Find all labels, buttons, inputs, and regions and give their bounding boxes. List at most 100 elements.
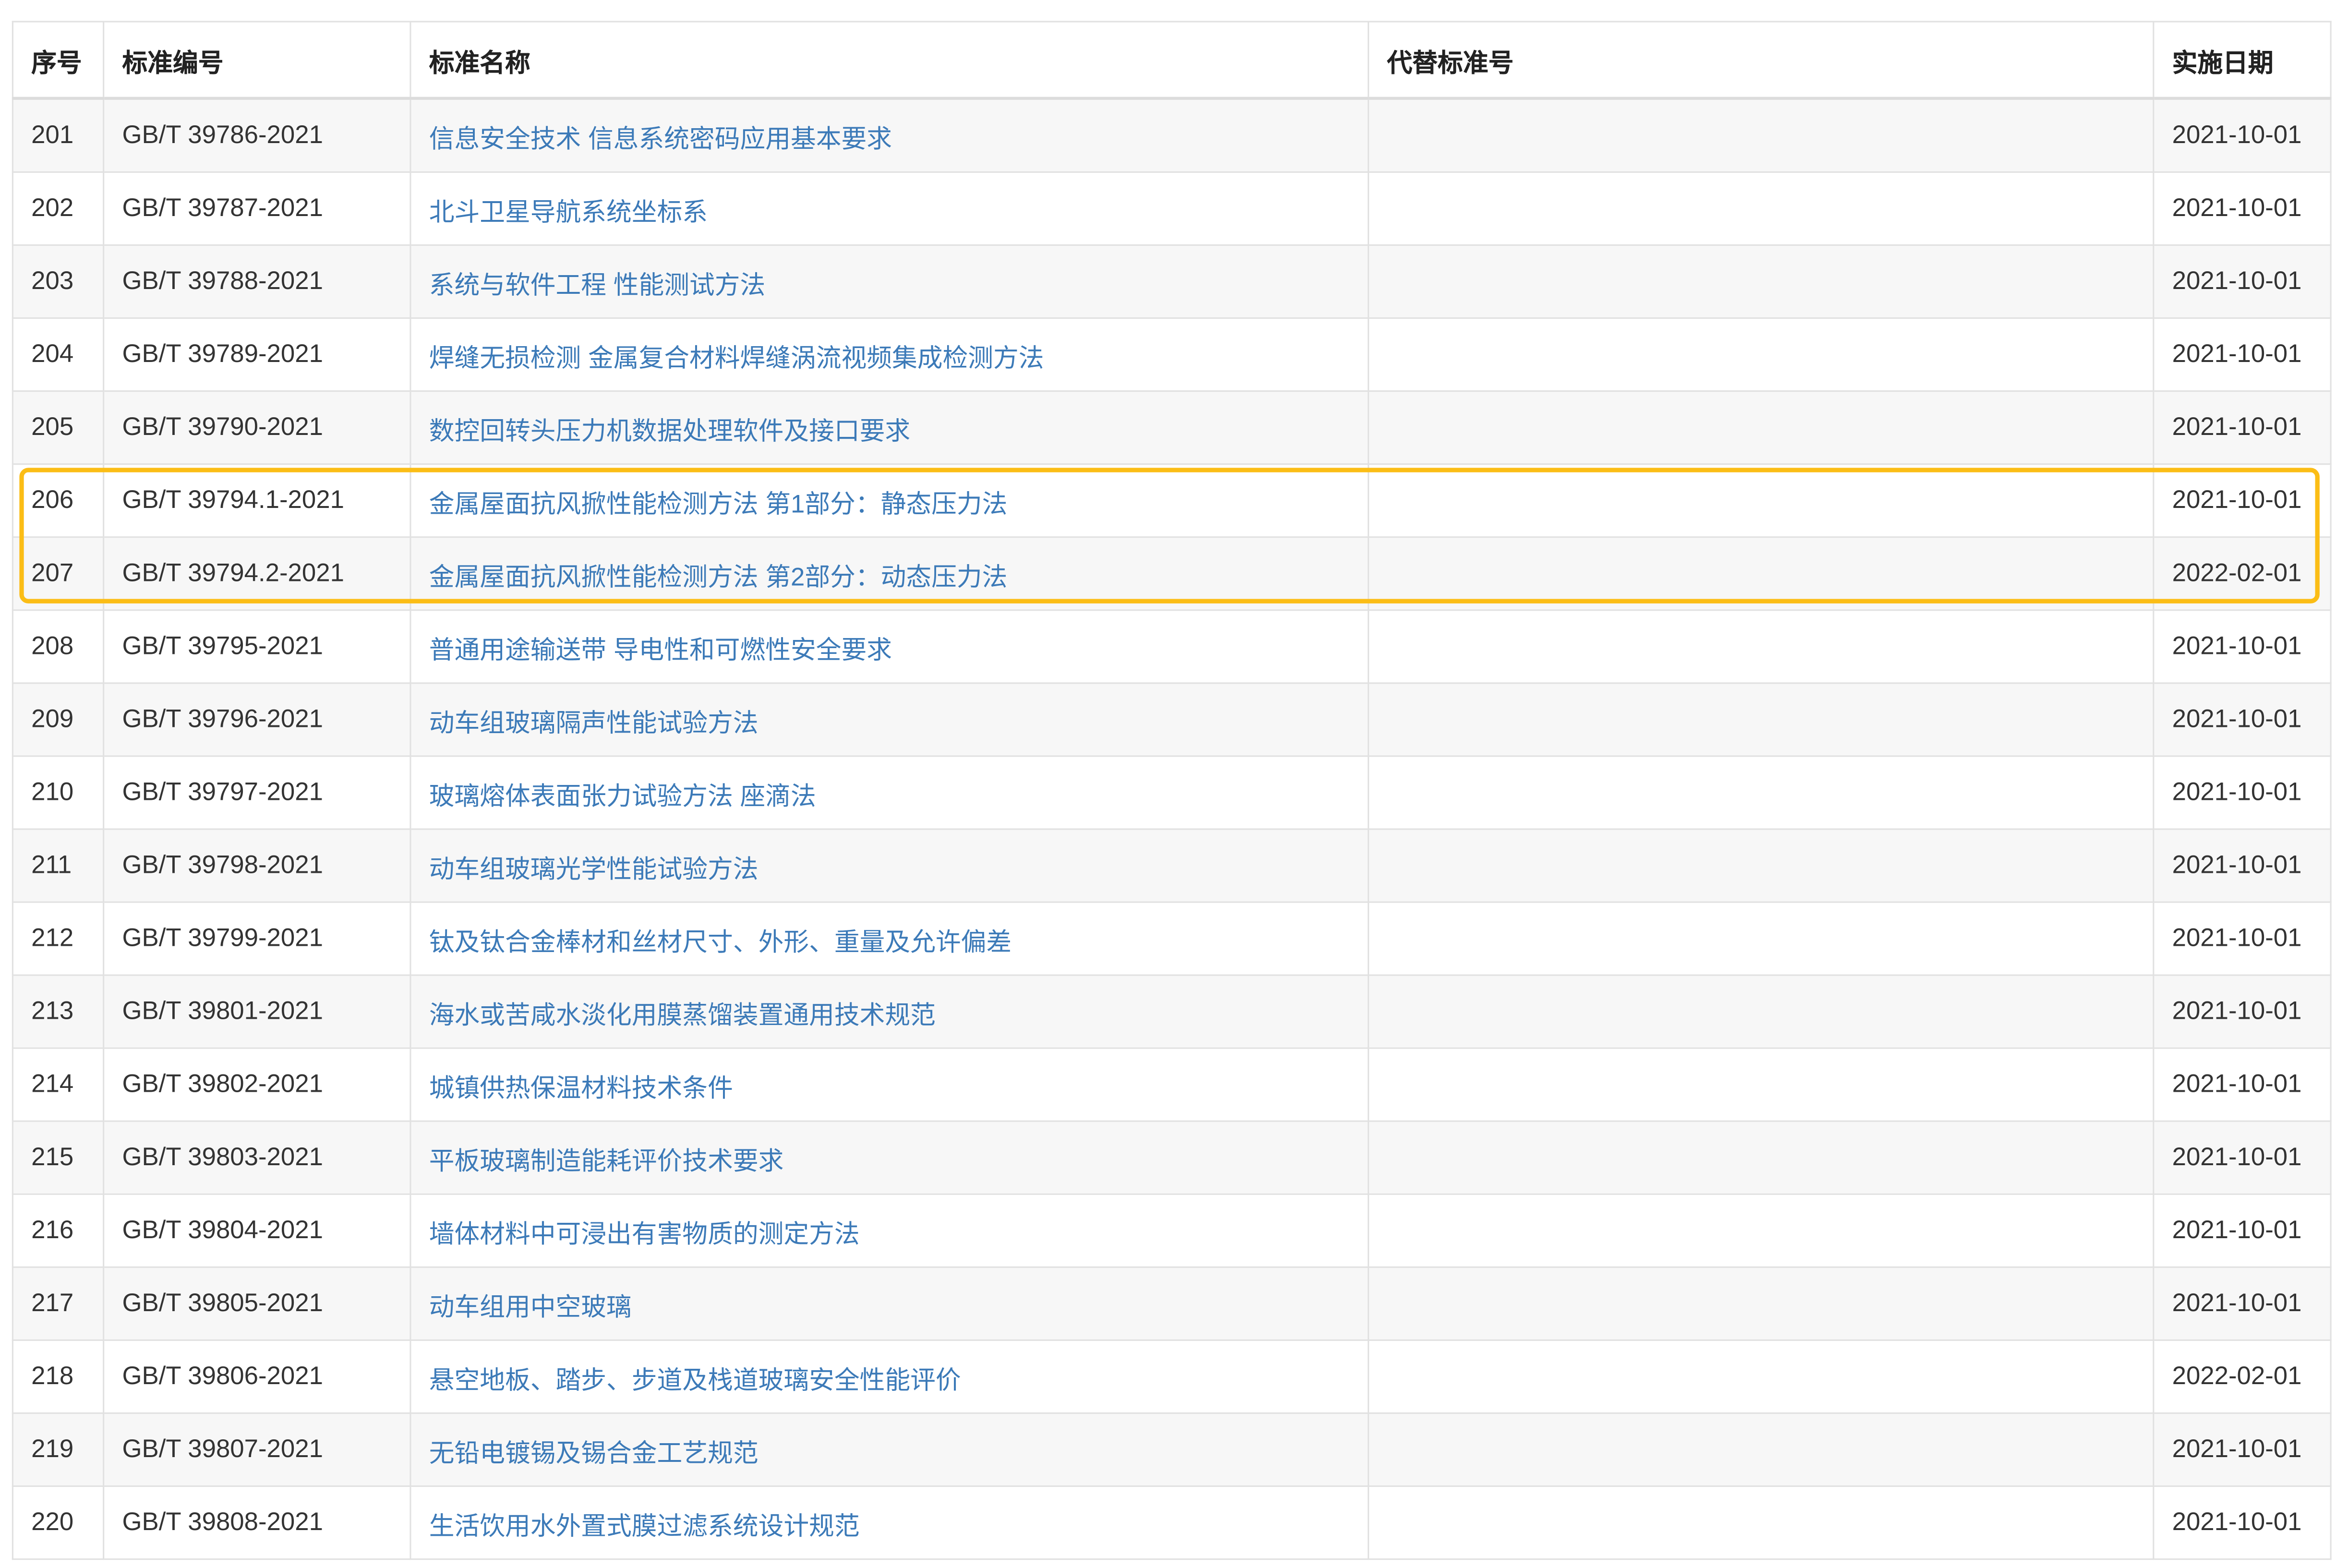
- table-row[interactable]: 217 GB/T 39805-2021 动车组用中空玻璃 2021-10-01: [12, 1266, 2332, 1341]
- cell-seq: 201: [12, 97, 105, 173]
- cell-standard-name: 海水或苦咸水淡化用膜蒸馏装置通用技术规范: [409, 974, 1369, 1049]
- cell-standard-name: 墙体材料中可浸出有害物质的测定方法: [409, 1193, 1369, 1268]
- standard-name-link[interactable]: 系统与软件工程 性能测试方法: [429, 270, 766, 299]
- cell-implementation-date: 2021-10-01: [2153, 974, 2332, 1049]
- cell-replaces: [1367, 974, 2155, 1049]
- standard-name-link[interactable]: 悬空地板、踏步、步道及栈道玻璃安全性能评价: [429, 1365, 961, 1394]
- standard-name-link[interactable]: 无铅电镀锡及锡合金工艺规范: [429, 1438, 759, 1467]
- cell-implementation-date: 2021-10-01: [2153, 390, 2332, 465]
- cell-replaces: [1367, 1412, 2155, 1487]
- table-row[interactable]: 211 GB/T 39798-2021 动车组玻璃光学性能试验方法 2021-10-0…: [12, 828, 2332, 903]
- standard-name-link[interactable]: 信息安全技术 信息系统密码应用基本要求: [429, 124, 892, 153]
- cell-replaces: [1367, 1047, 2155, 1122]
- standard-name-link[interactable]: 生活饮用水外置式膜过滤系统设计规范: [429, 1511, 860, 1540]
- header-name[interactable]: 标准名称: [409, 21, 1369, 100]
- cell-standard-name: 平板玻璃制造能耗评价技术要求: [409, 1120, 1369, 1195]
- table-row[interactable]: 219 GB/T 39807-2021 无铅电镀锡及锡合金工艺规范 2021-10-0…: [12, 1412, 2332, 1487]
- table-body: 201 GB/T 39786-2021 信息安全技术 信息系统密码应用基本要求 202…: [12, 97, 2332, 1560]
- cell-standard-code: GB/T 39806-2021: [103, 1339, 411, 1414]
- table-row[interactable]: 215 GB/T 39803-2021 平板玻璃制造能耗评价技术要求 2021-10-…: [12, 1120, 2332, 1195]
- cell-replaces: [1367, 1193, 2155, 1268]
- cell-implementation-date: 2021-10-01: [2153, 1485, 2332, 1560]
- cell-replaces: [1367, 463, 2155, 538]
- cell-seq: 211: [12, 828, 105, 903]
- cell-replaces: [1367, 97, 2155, 173]
- standard-name-link[interactable]: 玻璃熔体表面张力试验方法 座滴法: [429, 782, 816, 810]
- table-row[interactable]: 207 GB/T 39794.2-2021 金属屋面抗风掀性能检测方法 第2部分：动…: [12, 536, 2332, 611]
- table-row[interactable]: 203 GB/T 39788-2021 系统与软件工程 性能测试方法 2021-10-…: [12, 244, 2332, 319]
- standard-name-link[interactable]: 动车组玻璃隔声性能试验方法: [429, 709, 759, 737]
- standard-name-link[interactable]: 城镇供热保温材料技术条件: [429, 1073, 733, 1102]
- cell-standard-code: GB/T 39804-2021: [103, 1193, 411, 1268]
- table-row[interactable]: 218 GB/T 39806-2021 悬空地板、踏步、步道及栈道玻璃安全性能评价 2…: [12, 1339, 2332, 1414]
- cell-seq: 204: [12, 317, 105, 392]
- cell-implementation-date: 2021-10-01: [2153, 463, 2332, 538]
- cell-standard-code: GB/T 39798-2021: [103, 828, 411, 903]
- table-row[interactable]: 214 GB/T 39802-2021 城镇供热保温材料技术条件 2021-10-01: [12, 1047, 2332, 1122]
- cell-standard-code: GB/T 39808-2021: [103, 1485, 411, 1560]
- table-row[interactable]: 201 GB/T 39786-2021 信息安全技术 信息系统密码应用基本要求 202…: [12, 97, 2332, 173]
- table-header: 序号 标准编号 标准名称 代替标准号 实施日期: [12, 21, 2332, 100]
- cell-standard-code: GB/T 39794.1-2021: [103, 463, 411, 538]
- header-date[interactable]: 实施日期: [2153, 21, 2332, 100]
- cell-replaces: [1367, 244, 2155, 319]
- cell-standard-code: GB/T 39789-2021: [103, 317, 411, 392]
- cell-standard-name: 数控回转头压力机数据处理软件及接口要求: [409, 390, 1369, 465]
- table-row[interactable]: 205 GB/T 39790-2021 数控回转头压力机数据处理软件及接口要求 202…: [12, 390, 2332, 465]
- cell-seq: 208: [12, 609, 105, 684]
- cell-implementation-date: 2021-10-01: [2153, 1047, 2332, 1122]
- cell-implementation-date: 2021-10-01: [2153, 1412, 2332, 1487]
- cell-replaces: [1367, 1266, 2155, 1341]
- cell-replaces: [1367, 901, 2155, 976]
- cell-standard-code: GB/T 39807-2021: [103, 1412, 411, 1487]
- table-row[interactable]: 213 GB/T 39801-2021 海水或苦咸水淡化用膜蒸馏装置通用技术规范 20…: [12, 974, 2332, 1049]
- cell-standard-code: GB/T 39803-2021: [103, 1120, 411, 1195]
- standard-name-link[interactable]: 动车组玻璃光学性能试验方法: [429, 855, 759, 883]
- cell-seq: 214: [12, 1047, 105, 1122]
- standard-name-link[interactable]: 海水或苦咸水淡化用膜蒸馏装置通用技术规范: [429, 1001, 936, 1029]
- cell-implementation-date: 2022-02-01: [2153, 536, 2332, 611]
- cell-standard-code: GB/T 39796-2021: [103, 682, 411, 757]
- standard-name-link[interactable]: 墙体材料中可浸出有害物质的测定方法: [429, 1219, 860, 1248]
- table-row[interactable]: 210 GB/T 39797-2021 玻璃熔体表面张力试验方法 座滴法 2021-1…: [12, 755, 2332, 830]
- table-row[interactable]: 209 GB/T 39796-2021 动车组玻璃隔声性能试验方法 2021-10-0…: [12, 682, 2332, 757]
- table-row[interactable]: 202 GB/T 39787-2021 北斗卫星导航系统坐标系 2021-10-01: [12, 171, 2332, 246]
- standard-name-link[interactable]: 普通用途输送带 导电性和可燃性安全要求: [429, 636, 892, 664]
- cell-replaces: [1367, 682, 2155, 757]
- table-row[interactable]: 212 GB/T 39799-2021 钛及钛合金棒材和丝材尺寸、外形、重量及允许偏…: [12, 901, 2332, 976]
- standard-name-link[interactable]: 北斗卫星导航系统坐标系: [429, 197, 708, 226]
- cell-standard-code: GB/T 39802-2021: [103, 1047, 411, 1122]
- table-row[interactable]: 204 GB/T 39789-2021 焊缝无损检测 金属复合材料焊缝涡流视频集成检…: [12, 317, 2332, 392]
- standard-name-link[interactable]: 焊缝无损检测 金属复合材料焊缝涡流视频集成检测方法: [429, 343, 1044, 372]
- cell-implementation-date: 2021-10-01: [2153, 682, 2332, 757]
- cell-seq: 216: [12, 1193, 105, 1268]
- standards-table: 序号 标准编号 标准名称 代替标准号 实施日期 201 GB/T 39786-20…: [12, 21, 2332, 1560]
- cell-standard-code: GB/T 39794.2-2021: [103, 536, 411, 611]
- cell-seq: 212: [12, 901, 105, 976]
- table-row[interactable]: 216 GB/T 39804-2021 墙体材料中可浸出有害物质的测定方法 2021-…: [12, 1193, 2332, 1268]
- standard-name-link[interactable]: 钛及钛合金棒材和丝材尺寸、外形、重量及允许偏差: [429, 928, 1011, 956]
- cell-replaces: [1367, 1485, 2155, 1560]
- cell-standard-name: 金属屋面抗风掀性能检测方法 第2部分：动态压力法: [409, 536, 1369, 611]
- page-canvas: 序号 标准编号 标准名称 代替标准号 实施日期 201 GB/T 39786-20…: [0, 0, 2336, 1568]
- cell-seq: 210: [12, 755, 105, 830]
- standard-name-link[interactable]: 动车组用中空玻璃: [429, 1292, 632, 1321]
- cell-replaces: [1367, 1339, 2155, 1414]
- table-row[interactable]: 206 GB/T 39794.1-2021 金属屋面抗风掀性能检测方法 第1部分：静…: [12, 463, 2332, 538]
- table-row[interactable]: 208 GB/T 39795-2021 普通用途输送带 导电性和可燃性安全要求 202…: [12, 609, 2332, 684]
- cell-standard-code: GB/T 39788-2021: [103, 244, 411, 319]
- standard-name-link[interactable]: 金属屋面抗风掀性能检测方法 第2部分：动态压力法: [429, 562, 1008, 591]
- cell-standard-code: GB/T 39795-2021: [103, 609, 411, 684]
- cell-implementation-date: 2021-10-01: [2153, 901, 2332, 976]
- table-row[interactable]: 220 GB/T 39808-2021 生活饮用水外置式膜过滤系统设计规范 2021-…: [12, 1485, 2332, 1560]
- header-code[interactable]: 标准编号: [103, 21, 411, 100]
- cell-replaces: [1367, 536, 2155, 611]
- standard-name-link[interactable]: 数控回转头压力机数据处理软件及接口要求: [429, 416, 910, 445]
- standard-name-link[interactable]: 金属屋面抗风掀性能检测方法 第1部分：静态压力法: [429, 489, 1008, 518]
- standard-name-link[interactable]: 平板玻璃制造能耗评价技术要求: [429, 1146, 784, 1175]
- cell-replaces: [1367, 317, 2155, 392]
- header-replaces[interactable]: 代替标准号: [1367, 21, 2155, 100]
- cell-seq: 219: [12, 1412, 105, 1487]
- header-seq[interactable]: 序号: [12, 21, 105, 100]
- cell-seq: 202: [12, 171, 105, 246]
